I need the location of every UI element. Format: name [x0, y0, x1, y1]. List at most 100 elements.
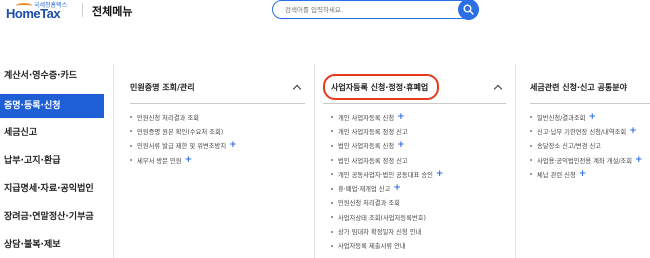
- bullet-icon: [331, 159, 333, 162]
- bullet-icon: [331, 244, 333, 247]
- plus-icon[interactable]: +: [229, 141, 237, 150]
- plus-icon[interactable]: +: [393, 184, 401, 193]
- list-item[interactable]: 민원서류 발급 제한 및 위변조방지 +: [130, 139, 237, 153]
- list-item-label: 체납 관련 신청: [537, 171, 576, 179]
- bullet-icon: [331, 216, 333, 219]
- list-item-label: 신고·납부 기한연장 신청/내역조회: [537, 128, 627, 136]
- list-item[interactable]: 신고·납부 기한연장 신청/내역조회 +: [530, 124, 643, 138]
- list-item-label: 개인 사업자등록 신청: [338, 114, 395, 122]
- column-divider: [113, 64, 114, 258]
- page-title: 전체메뉴: [92, 5, 133, 18]
- search-box: [272, 0, 472, 19]
- list-item-label: 개인 사업자등록 정정 신고: [338, 128, 408, 136]
- panel-list: 일반신청/결과조회 + 신고·납부 기한연장 신청/내역조회 + 송달장소 신고/변…: [530, 110, 643, 181]
- list-item-label: 법인 사업자등록 정정 신고: [338, 157, 408, 165]
- sidebar-item-incentive[interactable]: 장려금·연말정산·기부금: [0, 205, 104, 229]
- list-item-label: 사업자등록 제출서류 안내: [338, 243, 406, 251]
- list-item[interactable]: 세무서 방문 민원 +: [130, 153, 237, 167]
- list-item-label: 민원신청 처리결과 조회: [137, 114, 199, 122]
- sidebar-item-label: 납부·고지·환급: [4, 156, 61, 166]
- list-item[interactable]: 사업용·공익법인전용 계좌 개설/조회 +: [530, 153, 643, 167]
- bullet-icon: [130, 144, 132, 147]
- bullet-icon: [530, 173, 532, 176]
- list-item-label: 사업용·공익법인전용 계좌 개설/조회: [537, 157, 633, 165]
- list-item-label: 법인 사업자등록 신청: [338, 143, 395, 151]
- chevron-up-icon[interactable]: [493, 84, 503, 94]
- sidebar-item-statement[interactable]: 지급명세·자료·공익법인: [0, 177, 104, 201]
- list-item[interactable]: 사업자상태 조회(사업자등록번호): [331, 210, 443, 224]
- panel-list: 민원신청 처리결과 조회 민원증명 원본 확인(수요처 조회) 민원서류 발급 …: [130, 110, 237, 167]
- list-item-label: 송달장소 신고/변경 신고: [537, 143, 602, 151]
- list-item-label: 상가 임대차 확정일자 신청 안내: [338, 229, 422, 237]
- list-item-label: 민원증명 원본 확인(수요처 조회): [137, 128, 224, 136]
- list-item-label: 민원신청 처리결과 조회: [338, 200, 400, 208]
- chevron-up-icon[interactable]: [292, 84, 302, 94]
- list-item[interactable]: 휴·폐업·재개업 신고 +: [331, 181, 443, 195]
- search-input[interactable]: [285, 3, 455, 16]
- list-item[interactable]: 개인 공동사업자·법인 공동대표 승인 +: [331, 167, 443, 181]
- list-item[interactable]: 송달장소 신고/변경 신고: [530, 139, 643, 153]
- sidebar-item-label: 장려금·연말정산·기부금: [4, 212, 94, 222]
- plus-icon[interactable]: +: [185, 155, 193, 165]
- panel-list: 개인 사업자등록 신청 + 개인 사업자등록 정정 신고 법인 사업자등록 신청 +…: [331, 110, 443, 253]
- bullet-icon: [130, 130, 132, 133]
- sidebar-item-tax-report[interactable]: 세금신고: [0, 121, 104, 145]
- bullet-icon: [331, 116, 333, 119]
- bullet-icon: [130, 159, 132, 162]
- list-item[interactable]: 민원증명 원본 확인(수요처 조회): [130, 124, 237, 138]
- bullet-icon: [331, 187, 333, 190]
- list-item[interactable]: 법인 사업자등록 정정 신고: [331, 153, 443, 167]
- sidebar-item-certificate[interactable]: 증명·등록·신청: [0, 94, 104, 118]
- panel-title: 민원증명 조회/관리: [130, 83, 195, 92]
- top-header: 국세청홈택스 HomeTax 전체메뉴: [0, 0, 650, 24]
- plus-icon[interactable]: +: [588, 112, 596, 122]
- sidebar-item-label: 계산서·영수증·카드: [4, 71, 78, 81]
- list-item-label: 사업자상태 조회(사업자등록번호): [338, 214, 427, 222]
- plus-icon[interactable]: +: [397, 112, 405, 122]
- list-item[interactable]: 민원신청 처리결과 조회: [130, 110, 237, 124]
- bullet-icon: [530, 144, 532, 147]
- list-item[interactable]: 체납 관련 신청 +: [530, 167, 643, 181]
- sidebar-item-label: 상담·불복·제보: [4, 240, 61, 250]
- search-icon: [463, 4, 474, 15]
- list-item-label: 개인 공동사업자·법인 공동대표 승인: [338, 171, 433, 179]
- bullet-icon: [530, 159, 532, 162]
- sidebar-item-label: 세금신고: [4, 128, 38, 138]
- bullet-icon: [331, 144, 333, 147]
- panel-title: 사업자등록 신청·정정·휴폐업: [331, 83, 429, 92]
- plus-icon[interactable]: +: [436, 169, 444, 179]
- panel-title: 세금관련 신청·신고 공통분야: [530, 83, 627, 92]
- list-item-label: 세무서 방문 민원: [137, 157, 182, 165]
- list-item-label: 일반신청/결과조회: [537, 114, 586, 122]
- bullet-icon: [530, 116, 532, 119]
- list-item[interactable]: 상가 임대차 확정일자 신청 안내: [331, 224, 443, 238]
- plus-icon[interactable]: +: [579, 169, 587, 179]
- bullet-icon: [530, 130, 532, 133]
- bullet-icon: [130, 116, 132, 119]
- panel-divider: [130, 103, 305, 104]
- sidebar-item-consult[interactable]: 상담·불복·제보: [0, 233, 104, 257]
- panel-divider: [323, 103, 506, 104]
- list-item[interactable]: 민원신청 처리결과 조회: [331, 196, 443, 210]
- bullet-icon: [331, 230, 333, 233]
- plus-icon[interactable]: +: [397, 141, 405, 150]
- search-button[interactable]: [458, 0, 479, 20]
- header-divider: [82, 3, 83, 17]
- list-item[interactable]: 법인 사업자등록 신청 +: [331, 139, 443, 153]
- bullet-icon: [331, 130, 333, 133]
- column-divider: [515, 64, 516, 258]
- list-item-label: 휴·폐업·재개업 신고: [338, 186, 391, 194]
- logo-main-text: HomeTax: [6, 6, 61, 21]
- sidebar-item-invoice[interactable]: 계산서·영수증·카드: [0, 64, 104, 88]
- list-item[interactable]: 개인 사업자등록 신청 +: [331, 110, 443, 124]
- sidebar-item-payment[interactable]: 납부·고지·환급: [0, 149, 104, 173]
- plus-icon[interactable]: +: [629, 126, 637, 136]
- list-item-label: 민원서류 발급 제한 및 위변조방지: [137, 143, 227, 151]
- bullet-icon: [331, 201, 333, 204]
- list-item[interactable]: 개인 사업자등록 정정 신고: [331, 124, 443, 138]
- list-item[interactable]: 일반신청/결과조회 +: [530, 110, 643, 124]
- sidebar-item-label: 증명·등록·신청: [4, 101, 61, 111]
- plus-icon[interactable]: +: [635, 155, 643, 165]
- list-item[interactable]: 사업자등록 제출서류 안내: [331, 239, 443, 253]
- hometax-logo[interactable]: 국세청홈택스 HomeTax: [6, 0, 70, 22]
